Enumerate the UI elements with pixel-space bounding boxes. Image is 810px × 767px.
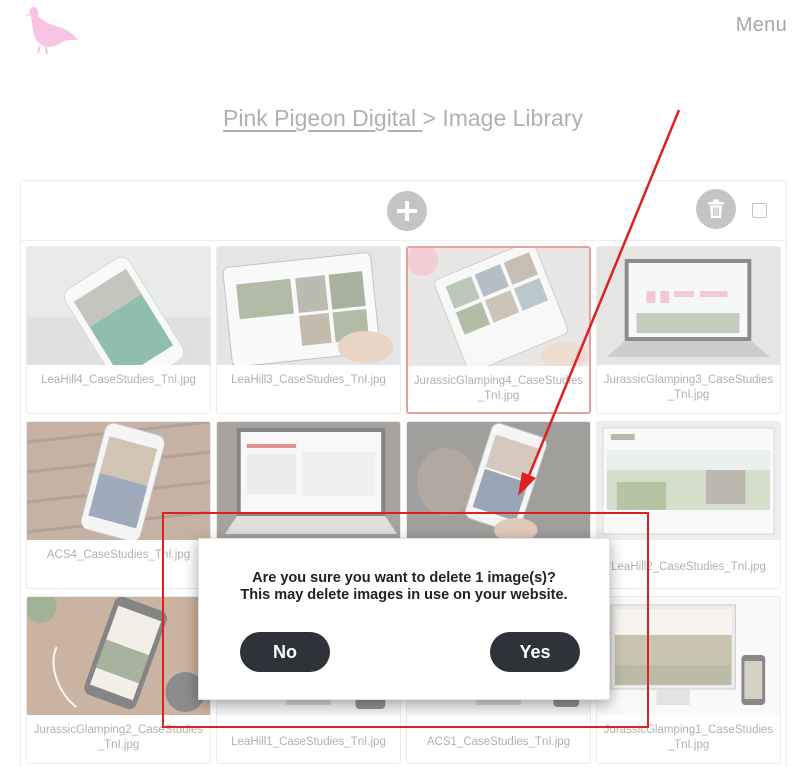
image-filename: LeaHill2_CaseStudies_TnI.jpg <box>611 561 766 573</box>
breadcrumb-separator: > <box>422 105 436 131</box>
image-thumbnail <box>597 597 780 715</box>
pink-pigeon-logo[interactable] <box>22 4 82 56</box>
image-thumbnail <box>407 422 590 540</box>
dialog-message-line2: This may delete images in use on your we… <box>240 587 568 603</box>
image-card-selected[interactable]: JurassicGlamping4_CaseStudies_TnI.jpg <box>406 246 591 414</box>
image-filename: JurassicGlamping3_CaseStudies_TnI.jpg <box>603 374 774 401</box>
image-card[interactable]: JurassicGlamping3_CaseStudies_TnI.jpg <box>596 246 781 414</box>
image-card[interactable]: LeaHill3_CaseStudies_TnI.jpg <box>216 246 401 414</box>
delete-confirmation-dialog: Are you sure you want to delete 1 image(… <box>198 538 610 700</box>
breadcrumb: Pink Pigeon Digital > Image Library <box>0 105 806 132</box>
pink-pigeon-icon <box>25 6 78 55</box>
image-filename: ACS1_CaseStudies_TnI.jpg <box>426 736 571 748</box>
dialog-message-line1: Are you sure you want to delete 1 image(… <box>252 570 556 586</box>
image-thumbnail <box>217 422 400 540</box>
delete-images-button[interactable] <box>696 189 736 229</box>
image-filename: LeaHill1_CaseStudies_TnI.jpg <box>231 736 386 748</box>
image-card[interactable]: JurassicGlamping1_CaseStudies_TnI.jpg <box>596 596 781 764</box>
image-card[interactable]: ACS4_CaseStudies_TnI.jpg <box>26 421 211 589</box>
add-image-button[interactable] <box>387 191 427 231</box>
library-toolbar <box>21 181 786 241</box>
image-filename: JurassicGlamping1_CaseStudies_TnI.jpg <box>603 724 774 751</box>
select-all-checkbox[interactable] <box>752 203 767 218</box>
breadcrumb-current: Image Library <box>442 105 583 131</box>
image-thumbnail <box>27 247 210 365</box>
image-filename: ACS4_CaseStudies_TnI.jpg <box>46 549 191 561</box>
image-thumbnail <box>217 247 400 365</box>
image-card[interactable]: LeaHill2_CaseStudies_TnI.jpg <box>596 421 781 589</box>
image-filename: JurassicGlamping4_CaseStudies_TnI.jpg <box>413 375 584 402</box>
trash-icon <box>708 199 724 218</box>
image-card[interactable]: JurassicGlamping2_CaseStudies_TnI.jpg <box>26 596 211 764</box>
image-card[interactable]: LeaHill4_CaseStudies_TnI.jpg <box>26 246 211 414</box>
yes-button[interactable]: Yes <box>490 632 580 672</box>
menu-link[interactable]: Menu <box>736 14 787 37</box>
image-thumbnail <box>27 597 210 715</box>
image-thumbnail <box>597 422 780 540</box>
image-thumbnail <box>27 422 210 540</box>
image-thumbnail <box>408 248 589 366</box>
image-thumbnail <box>597 247 780 365</box>
image-filename: LeaHill4_CaseStudies_TnI.jpg <box>41 374 196 386</box>
image-filename: JurassicGlamping2_CaseStudies_TnI.jpg <box>33 724 204 751</box>
no-button[interactable]: No <box>240 632 330 672</box>
image-filename: LeaHill3_CaseStudies_TnI.jpg <box>231 374 386 386</box>
breadcrumb-home-link[interactable]: Pink Pigeon Digital <box>223 105 422 131</box>
